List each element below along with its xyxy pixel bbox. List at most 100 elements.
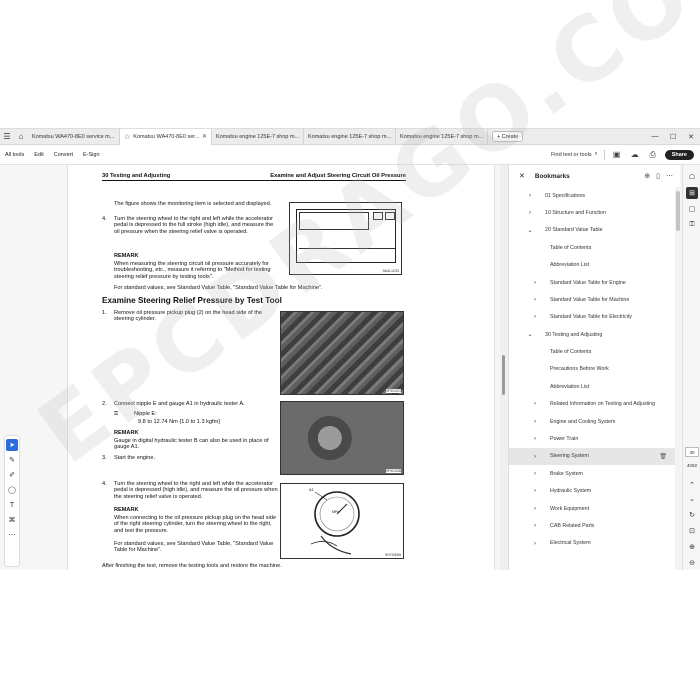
star-icon[interactable]: ☆ [124, 133, 130, 141]
chevron-right-icon[interactable]: › [531, 471, 539, 477]
document-page[interactable]: 30 Testing and Adjusting Examine and Adj… [67, 165, 495, 570]
tab-1[interactable]: ☆ Komatsu WA470-8E0 ser... ✕ [120, 129, 212, 145]
menu-edit[interactable]: Edit [29, 152, 48, 158]
bookmark-item[interactable]: › Related Information on Testing and Adju… [509, 396, 675, 413]
chevron-down-icon[interactable]: ⌄ [526, 227, 534, 234]
gauge-figure: MPa A1 9H7I2E89 [280, 483, 404, 559]
bookmark-item[interactable]: Abbreviation List [509, 378, 675, 395]
chevron-right-icon[interactable]: › [531, 419, 539, 425]
chevron-right-icon[interactable]: › [531, 280, 539, 286]
step-text: Remove oil pressure pickup plug (2) on t… [114, 310, 263, 323]
step-number: 2. [102, 401, 107, 407]
maximize-icon[interactable]: ☐ [664, 133, 682, 141]
minimize-icon[interactable]: — [646, 133, 664, 141]
bookmark-item[interactable]: Precautions Before Work [509, 361, 675, 378]
menu-e-sign[interactable]: E-Sign [78, 152, 105, 158]
zoom-out-icon[interactable]: ⊖ [686, 557, 698, 569]
close-panel-icon[interactable]: ✕ [519, 172, 525, 180]
bookmark-item[interactable]: › Brake System [509, 465, 675, 482]
chevron-right-icon[interactable]: › [531, 506, 539, 512]
bookmark-item[interactable]: Table of Contents [509, 344, 675, 361]
bookmark-item[interactable]: › Standard Value Table for Electricity [509, 309, 675, 326]
bookmarks-header: ✕ Bookmarks ⊕ ▯ ⋯ [509, 165, 680, 187]
chevron-right-icon[interactable]: › [531, 488, 539, 494]
home-icon[interactable]: ⌂ [14, 129, 28, 145]
chevron-right-icon[interactable]: › [526, 210, 534, 216]
bookmark-item[interactable]: › Standard Value Table for Engine [509, 274, 675, 291]
trash-icon[interactable]: 🗑 [659, 453, 667, 460]
chevron-right-icon[interactable]: › [526, 193, 534, 199]
chevron-right-icon[interactable]: › [531, 401, 539, 407]
bookmark-item[interactable]: › 10 Structure and Function [509, 204, 675, 221]
chevron-down-icon[interactable]: ⌄ [526, 331, 534, 338]
bookmark-item[interactable]: › Engine and Cooling System [509, 413, 675, 430]
bookmark-item[interactable]: › Power Train [509, 430, 675, 447]
chevron-up-icon[interactable]: ⌃ [686, 479, 698, 491]
chevron-right-icon[interactable]: › [531, 314, 539, 320]
create-label: Create [501, 133, 519, 140]
bookmarks-scrollbar[interactable] [675, 187, 680, 570]
stamp-icon[interactable]: ⌘ [6, 514, 18, 526]
bookmark-label: Table of Contents [550, 244, 592, 251]
bookmark-item[interactable]: › Steering System 🗑 [509, 447, 675, 466]
close-tab-icon[interactable]: ✕ [202, 133, 207, 140]
comment-icon[interactable]: ☖ [686, 171, 698, 183]
zoom-in-icon[interactable]: ⊕ [686, 541, 698, 553]
bookmark-item[interactable]: Abbreviation List [509, 257, 675, 274]
close-window-icon[interactable]: ✕ [682, 133, 700, 141]
find-text-button[interactable]: Find text or tools ⌕ [551, 151, 598, 158]
chevron-right-icon[interactable]: › [531, 436, 539, 442]
add-comment-icon[interactable]: ✎ [6, 454, 18, 466]
tab-3[interactable]: Komatsu engine 125E-7 shop m... [304, 129, 396, 145]
bookmark-item[interactable]: › Work Equipment [509, 500, 675, 517]
tab-4[interactable]: Komatsu engine 125E-7 shop m... [396, 129, 488, 145]
bookmark-item[interactable]: › 01 Specifications [509, 187, 675, 204]
lock-icon[interactable]: ⚿ [686, 219, 698, 231]
menu-all-tools[interactable]: All tools [0, 152, 29, 158]
menu-icon[interactable]: ☰ [0, 129, 14, 145]
select-cursor-icon[interactable]: ➤ [6, 439, 18, 451]
upload-cloud-icon[interactable]: ☁ [629, 149, 641, 161]
bookmark-item[interactable]: › CAB Related Parts [509, 517, 675, 534]
monitor-buttons-row [299, 248, 395, 260]
create-button[interactable]: + Create [492, 131, 524, 142]
add-bookmark-icon[interactable]: ⊕ [644, 172, 650, 180]
text-box-icon[interactable]: T [6, 499, 18, 511]
chevron-right-icon[interactable]: › [531, 454, 539, 460]
save-icon[interactable]: ▣ [611, 149, 623, 161]
monitor-icon-box [373, 212, 383, 220]
share-button[interactable]: Share [664, 149, 694, 160]
more-options-icon[interactable]: ⋯ [666, 172, 673, 180]
scroll-thumb[interactable] [502, 355, 505, 395]
current-page-indicator[interactable]: 30 [685, 447, 699, 457]
rotate-icon[interactable]: ↻ [686, 509, 698, 521]
bookmark-item[interactable]: ⌄ 30 Testing and Adjusting [509, 326, 675, 343]
chevron-down-icon[interactable]: ⌄ [686, 493, 698, 505]
nipple-label: Nipple E: [134, 411, 157, 417]
chevron-right-icon[interactable]: › [531, 297, 539, 303]
bookmark-item[interactable]: › Hydraulic System [509, 483, 675, 500]
bookmark-panel-icon[interactable]: ⊞ [686, 187, 698, 199]
pages-icon[interactable]: ▢ [686, 203, 698, 215]
tab-0[interactable]: Komatsu WA470-8E0 service m... [28, 129, 120, 145]
document-scrollbar[interactable] [500, 165, 508, 570]
draw-shape-icon[interactable]: ◯ [6, 484, 18, 496]
bookmark-label: Hydraulic System [550, 488, 592, 495]
bookmark-item[interactable]: ⌄ 20 Standard Value Table [509, 222, 675, 239]
section-heading: Examine Steering Relief Pressure by Test… [102, 296, 282, 305]
chevron-right-icon[interactable]: › [531, 541, 539, 547]
scroll-thumb[interactable] [676, 191, 680, 231]
fit-page-icon[interactable]: ⊡ [686, 525, 698, 537]
step-number: 1. [102, 310, 107, 316]
highlight-pen-icon[interactable]: ✐ [6, 469, 18, 481]
more-tools-icon[interactable]: ⋯ [6, 529, 18, 541]
bookmark-item[interactable]: Table of Contents [509, 239, 675, 256]
bookmark-item[interactable]: › Electrical System [509, 535, 675, 552]
bookmark-item[interactable]: › Standard Value Table for Machine [509, 291, 675, 308]
delete-bookmark-icon[interactable]: ▯ [656, 172, 660, 180]
print-icon[interactable]: ⎙ [647, 149, 659, 161]
menu-convert[interactable]: Convert [49, 152, 78, 158]
chevron-right-icon[interactable]: › [531, 523, 539, 529]
wrench-icon: ⚿ [114, 411, 119, 417]
tab-2[interactable]: Komatsu engine 125E-7 shop m... [212, 129, 304, 145]
